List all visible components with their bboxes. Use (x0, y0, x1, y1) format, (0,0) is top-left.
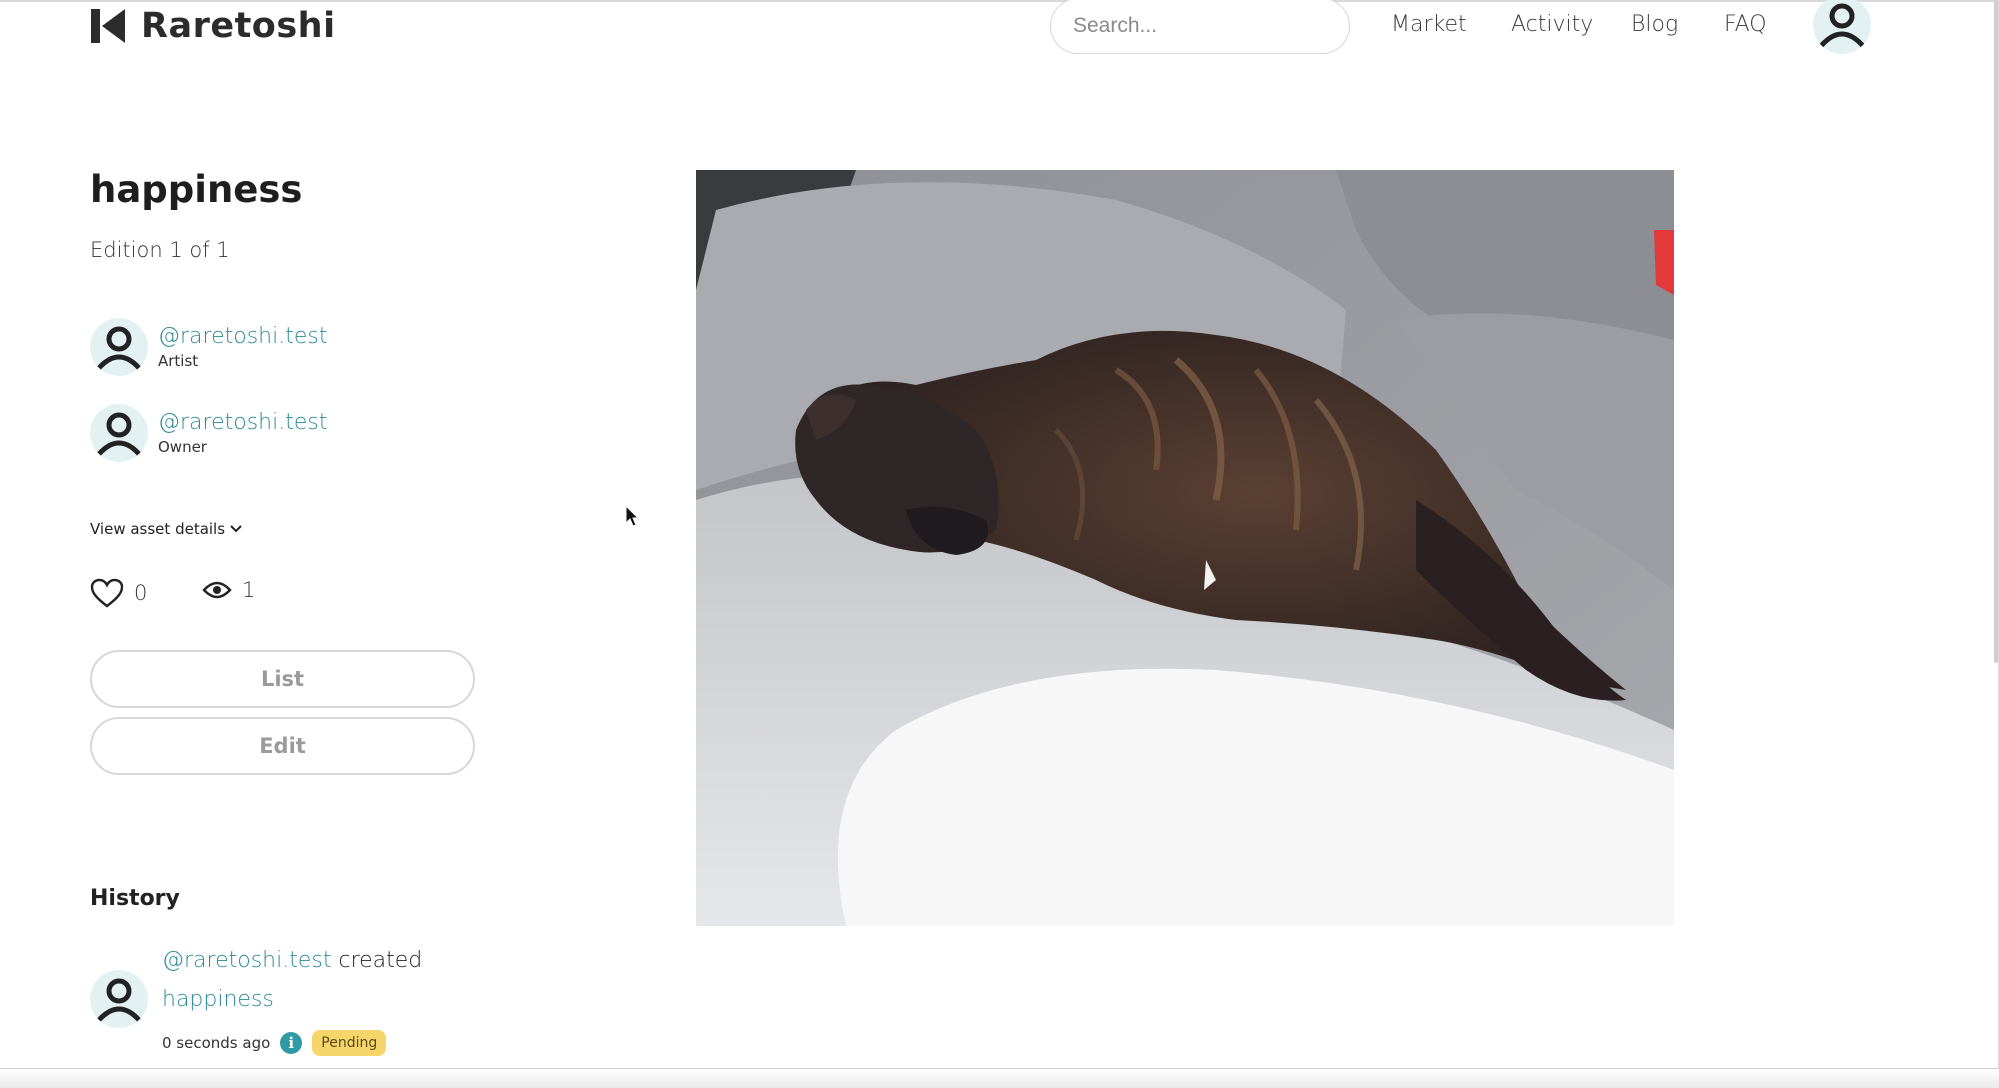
nav-activity[interactable]: Activity (1511, 12, 1593, 37)
status-badge: Pending (312, 1030, 387, 1056)
history-verb: created (338, 948, 423, 973)
views-stat: 1 (202, 578, 255, 602)
artist-row: @raretoshi.test Artist (90, 318, 327, 376)
history-meta: 0 seconds ago i Pending (162, 1030, 387, 1056)
owner-role: Owner (158, 438, 207, 456)
heart-icon[interactable] (90, 578, 124, 608)
user-icon (97, 326, 141, 370)
history-event-text: @raretoshi.test created (162, 948, 422, 973)
dog-photo (696, 170, 1674, 926)
mouse-cursor-icon (625, 505, 640, 527)
artist-role: Artist (158, 352, 199, 370)
edit-button[interactable]: Edit (90, 717, 475, 775)
user-menu-avatar[interactable] (1813, 0, 1871, 54)
brand-logo[interactable]: Raretoshi (89, 4, 336, 48)
history-asset-link[interactable]: happiness (162, 987, 274, 1012)
page: Raretoshi Market Activity Blog FAQ happi… (0, 0, 1999, 1088)
window-bottom-edge (0, 1068, 1999, 1088)
asset-title: happiness (90, 168, 303, 211)
asset-details-label: View asset details (90, 520, 226, 538)
search-box[interactable] (1050, 0, 1350, 54)
list-button[interactable]: List (90, 650, 475, 708)
likes-count: 0 (134, 581, 148, 605)
avatar[interactable] (90, 404, 148, 462)
chevron-down-icon (230, 525, 242, 533)
top-border (0, 0, 1999, 2)
owner-link[interactable]: @raretoshi.test (158, 410, 327, 435)
owner-row: @raretoshi.test Owner (90, 404, 327, 462)
user-icon (97, 412, 141, 456)
avatar[interactable] (90, 970, 148, 1028)
nav-blog[interactable]: Blog (1631, 12, 1678, 37)
view-asset-details-toggle[interactable]: View asset details (90, 520, 242, 538)
artist-link[interactable]: @raretoshi.test (158, 324, 327, 349)
avatar[interactable] (90, 318, 148, 376)
history-heading: History (90, 886, 180, 911)
eye-icon (202, 581, 232, 599)
views-count: 1 (242, 578, 256, 602)
nav-faq[interactable]: FAQ (1724, 12, 1767, 37)
info-icon[interactable]: i (280, 1032, 303, 1054)
edition-label: Edition 1 of 1 (90, 238, 230, 262)
history-time: 0 seconds ago (162, 1034, 271, 1052)
history-user-link[interactable]: @raretoshi.test (162, 948, 331, 973)
user-icon (97, 978, 141, 1022)
logo-mark-icon (91, 9, 125, 43)
brand-name: Raretoshi (141, 6, 336, 46)
likes-stat[interactable]: 0 (90, 578, 147, 608)
search-input[interactable] (1073, 14, 1344, 38)
nav-market[interactable]: Market (1391, 12, 1467, 37)
user-icon (1819, 3, 1865, 48)
artwork-image[interactable] (696, 170, 1674, 926)
